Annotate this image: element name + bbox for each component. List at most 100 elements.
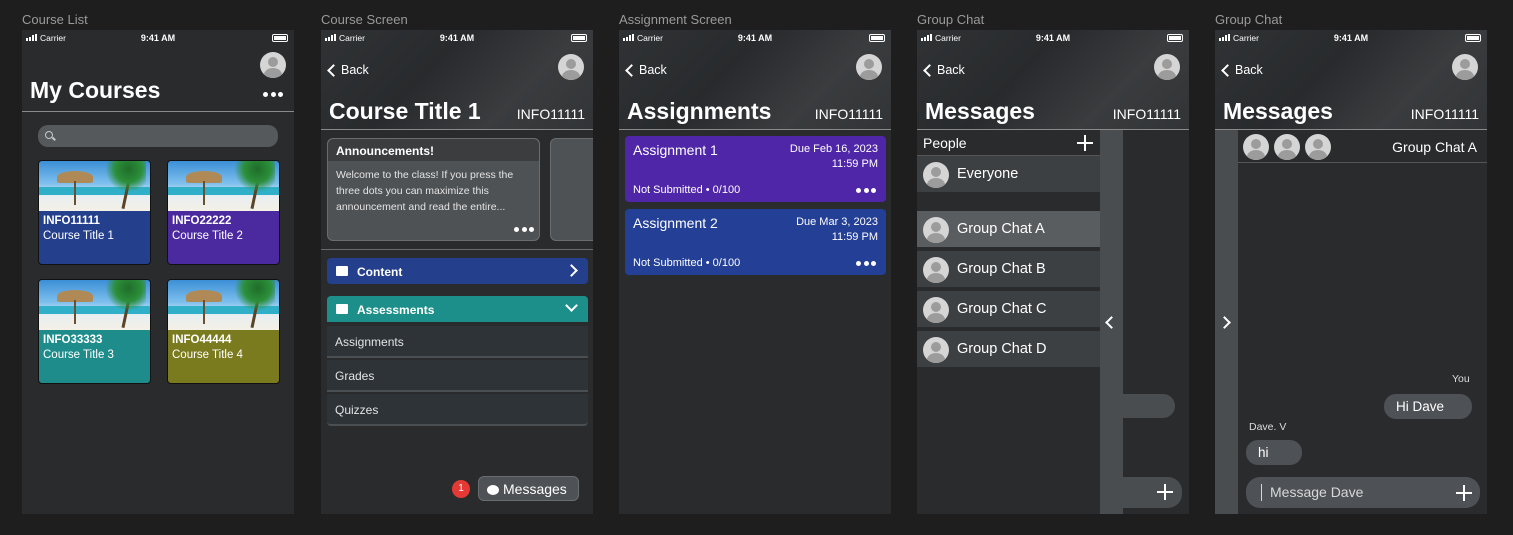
- sender-label-other: Dave. V: [1249, 421, 1287, 433]
- back-label: Back: [1235, 63, 1263, 77]
- assignment-status: Not Submitted • 0/100: [633, 257, 741, 269]
- text-caret: [1261, 484, 1262, 501]
- status-time: 9:41 AM: [1333, 33, 1369, 43]
- announcement-card-next[interactable]: [550, 138, 593, 241]
- course-card[interactable]: INFO11111 Course Title 1: [38, 160, 151, 265]
- status-bar: Carrier 9:41 AM: [321, 30, 593, 46]
- more-options-icon[interactable]: [514, 227, 534, 233]
- course-code: INFO33333: [43, 334, 103, 346]
- phone-course-list: Carrier 9:41 AM My Courses INFO11111 Cou…: [22, 30, 294, 514]
- profile-avatar[interactable]: [1452, 54, 1478, 80]
- people-label: People: [923, 135, 967, 151]
- back-button[interactable]: Back: [327, 63, 369, 77]
- page-title: Course Title 1: [329, 98, 481, 124]
- assessment-item-grades[interactable]: Grades: [327, 360, 588, 392]
- assessment-item-quizzes[interactable]: Quizzes: [327, 394, 588, 426]
- page-title: My Courses: [30, 77, 161, 103]
- assignment-card[interactable]: Assignment 2 Due Mar 3, 2023 11:59 PM Not…: [625, 209, 886, 275]
- expand-panel-handle[interactable]: [1215, 130, 1238, 514]
- more-options-icon[interactable]: [856, 261, 876, 267]
- course-code: INFO44444: [172, 334, 232, 346]
- course-card[interactable]: INFO33333 Course Title 3: [38, 279, 151, 384]
- phone-group-chat-list: Carrier 9:41 AM Back Messages INFO11111 …: [917, 30, 1189, 514]
- frame-label-group-chat: Group Chat: [917, 12, 985, 27]
- messages-button[interactable]: Messages: [478, 476, 579, 501]
- chevron-right-icon: [565, 264, 578, 277]
- chevron-left-icon: [1221, 63, 1234, 77]
- phone-assignment-screen: Carrier 9:41 AM Back Assignments INFO111…: [619, 30, 891, 514]
- avatar: [923, 217, 949, 243]
- course-card[interactable]: INFO44444 Course Title 4: [167, 279, 280, 384]
- frame-label-course-list: Course List: [22, 12, 88, 27]
- assignment-card[interactable]: Assignment 1 Due Feb 16, 2023 11:59 PM No…: [625, 136, 886, 202]
- edit-icon: [336, 304, 348, 314]
- course-title: Course Title 1: [43, 230, 114, 242]
- add-icon[interactable]: [1157, 484, 1173, 500]
- chat-item-group-b[interactable]: Group Chat B: [917, 251, 1100, 289]
- phone-course-screen: Carrier 9:41 AM Back Course Title 1 INFO…: [321, 30, 593, 514]
- chat-header: Group Chat A: [1238, 130, 1487, 163]
- chat-name: Group Chat D: [957, 341, 1047, 357]
- profile-avatar[interactable]: [558, 54, 584, 80]
- announcement-card[interactable]: Announcements! Welcome to the class! If …: [327, 138, 540, 241]
- avatar: [923, 297, 949, 323]
- chevron-left-icon: [625, 63, 638, 77]
- message-bubble-self: Hi Dave: [1384, 394, 1472, 419]
- back-button[interactable]: Back: [923, 63, 965, 77]
- profile-avatar[interactable]: [1154, 54, 1180, 80]
- more-options-icon[interactable]: [263, 92, 283, 98]
- back-button[interactable]: Back: [1221, 63, 1263, 77]
- assignment-due: Due Feb 16, 2023 11:59 PM: [790, 142, 878, 172]
- avatar: [1305, 134, 1331, 160]
- more-options-icon[interactable]: [856, 188, 876, 194]
- course-banner-image: [168, 161, 279, 211]
- chat-name: Group Chat C: [957, 301, 1047, 317]
- assessment-item-assignments[interactable]: Assignments: [327, 326, 588, 358]
- page-title: Messages: [1223, 98, 1333, 124]
- avatar: [923, 162, 949, 188]
- search-input[interactable]: [38, 125, 278, 147]
- status-bar: Carrier 9:41 AM: [22, 30, 294, 46]
- chat-item-group-c[interactable]: Group Chat C: [917, 291, 1100, 329]
- assignment-status: Not Submitted • 0/100: [633, 184, 741, 196]
- chat-item-group-d[interactable]: Group Chat D: [917, 331, 1100, 369]
- avatar: [1274, 134, 1300, 160]
- course-title: Course Title 3: [43, 349, 114, 361]
- avatar: [923, 337, 949, 363]
- sender-label-self: You: [1452, 373, 1470, 385]
- chat-name: Group Chat B: [957, 261, 1046, 277]
- chat-name: Group Chat A: [957, 221, 1045, 237]
- compose-field-partial[interactable]: [1123, 477, 1182, 508]
- assignment-due: Due Mar 3, 2023 11:59 PM: [796, 215, 878, 245]
- avatar: [1243, 134, 1269, 160]
- chat-item-everyone[interactable]: Everyone: [917, 156, 1100, 194]
- message-input[interactable]: Message Dave: [1246, 477, 1480, 508]
- add-icon[interactable]: [1456, 485, 1472, 501]
- status-time: 9:41 AM: [140, 33, 176, 43]
- people-header: People: [917, 130, 1100, 156]
- course-card[interactable]: INFO22222 Course Title 2: [167, 160, 280, 265]
- add-icon[interactable]: [1077, 135, 1093, 151]
- chat-name: Everyone: [957, 166, 1019, 182]
- status-time: 9:41 AM: [1035, 33, 1071, 43]
- chat-item-group-a[interactable]: Group Chat A: [917, 211, 1100, 249]
- course-banner-image: [168, 280, 279, 330]
- back-label: Back: [937, 63, 965, 77]
- profile-avatar[interactable]: [856, 54, 882, 80]
- back-button[interactable]: Back: [625, 63, 667, 77]
- announcement-heading: Announcements!: [328, 139, 539, 161]
- due-time: 11:59 PM: [831, 231, 878, 243]
- collapse-panel-handle[interactable]: [1100, 130, 1123, 514]
- divider: [321, 129, 593, 130]
- content-section-button[interactable]: Content: [327, 258, 588, 284]
- assessments-section-button[interactable]: Assessments: [327, 296, 588, 322]
- message-placeholder: Message Dave: [1270, 484, 1364, 500]
- phone-group-chat-open: Carrier 9:41 AM Back Messages INFO11111 …: [1215, 30, 1487, 514]
- course-code: INFO22222: [172, 215, 232, 227]
- frame-label-assignment-screen: Assignment Screen: [619, 12, 732, 27]
- content-label: Content: [357, 265, 403, 279]
- profile-avatar[interactable]: [260, 52, 286, 78]
- battery-icon: [571, 34, 587, 42]
- course-code: INFO11111: [1112, 106, 1181, 122]
- assignment-title: Assignment 1: [633, 142, 718, 158]
